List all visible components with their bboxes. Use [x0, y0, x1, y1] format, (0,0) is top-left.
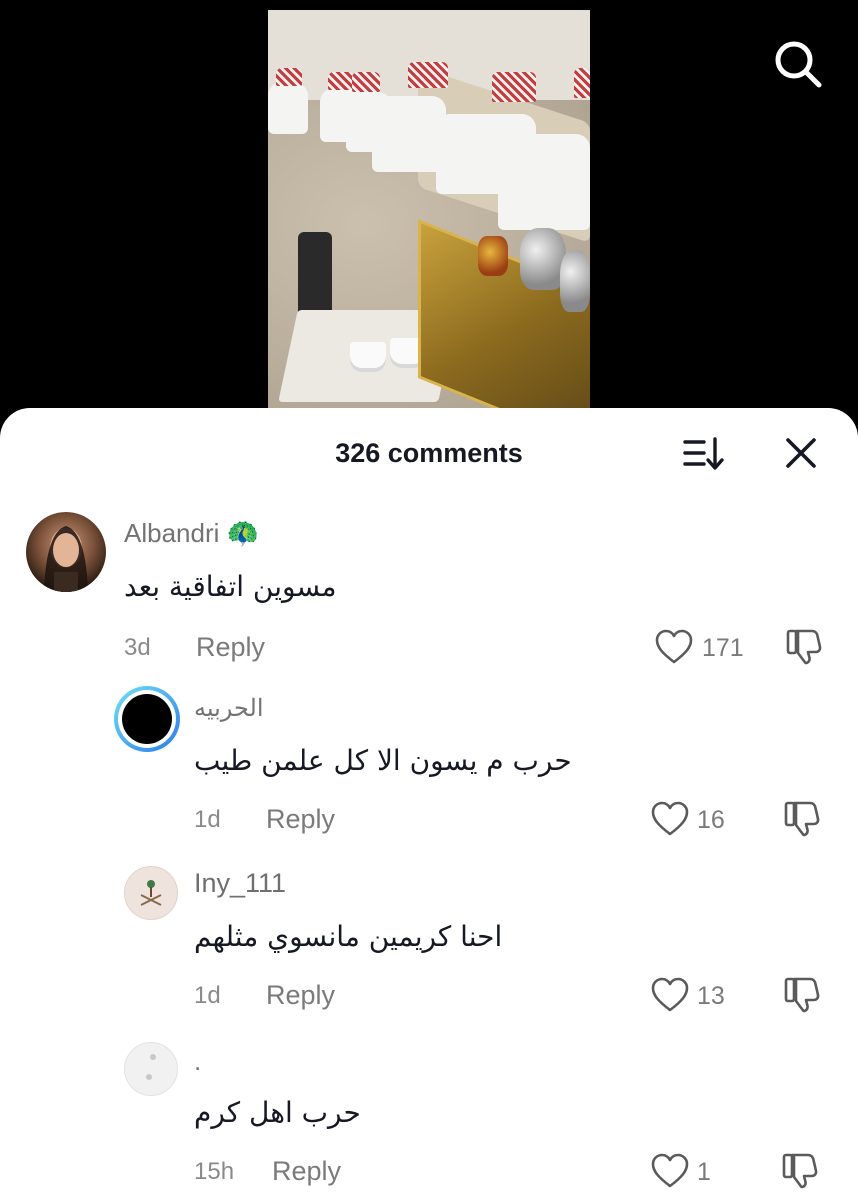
- video-thermos: [298, 232, 332, 318]
- comments-header: 326 comments: [0, 408, 858, 498]
- comment-username[interactable]: Albandri 🦚: [124, 518, 259, 549]
- video-cup: [350, 342, 386, 372]
- comment-count: 326 comments: [335, 438, 523, 468]
- comment-time: 1d: [194, 982, 221, 1009]
- reply-button[interactable]: Reply: [196, 632, 265, 663]
- video-person: [372, 96, 446, 172]
- avatar-pattern: [146, 1054, 156, 1080]
- thumbs-down-icon: [784, 801, 820, 837]
- like-count: 16: [697, 806, 725, 834]
- like-count: 13: [697, 982, 725, 1010]
- video-headdress: [328, 72, 354, 90]
- comment-time: 1d: [194, 806, 221, 833]
- video-tea-cosy: [478, 236, 508, 276]
- heart-icon: [655, 629, 693, 664]
- comment-text: مسوين اتفاقية بعد: [124, 570, 337, 603]
- like-count: 1: [697, 1158, 711, 1186]
- dislike-button[interactable]: [784, 626, 824, 666]
- comment-time: 15h: [194, 1158, 235, 1185]
- comment-text: حرب م يسون الا كل علمن طيب: [194, 744, 572, 777]
- avatar[interactable]: [124, 1042, 178, 1096]
- comment-item: Albandri 🦚 مسوين اتفاقية بعد 3d Reply 17…: [0, 512, 858, 682]
- search-button[interactable]: [772, 38, 824, 90]
- avatar-photo: [44, 526, 88, 592]
- video-headdress: [352, 72, 380, 92]
- search-icon: [775, 41, 822, 88]
- avatar[interactable]: [26, 512, 106, 592]
- like-button[interactable]: [650, 800, 690, 838]
- comments-sheet: 326 comments Albandri 🦚 مسوين اتفاقية بع…: [0, 408, 858, 1200]
- reply-button[interactable]: Reply: [266, 804, 335, 835]
- comment-username[interactable]: .: [194, 1046, 201, 1077]
- thumbs-down-icon: [784, 977, 820, 1013]
- comment-text: حرب اهل كرم: [194, 1096, 361, 1129]
- emblem-icon: [140, 880, 162, 906]
- like-count: 171: [702, 634, 744, 662]
- avatar-story-ring[interactable]: [114, 686, 180, 752]
- video-headdress: [276, 68, 302, 86]
- video-player[interactable]: [268, 10, 590, 408]
- avatar: [122, 694, 172, 744]
- comment-text: احنا كريمين مانسوي مثلهم: [194, 920, 503, 953]
- close-icon: [786, 438, 816, 468]
- reply-item: . حرب اهل كرم 15h Reply 1: [0, 1034, 858, 1200]
- heart-icon: [651, 1153, 689, 1188]
- comment-username[interactable]: الحربيه: [194, 694, 264, 723]
- reply-item: الحربيه حرب م يسون الا كل علمن طيب 1d Re…: [0, 682, 858, 858]
- comment-time: 3d: [124, 634, 151, 661]
- video-teapot: [560, 250, 590, 312]
- video-person: [268, 82, 308, 134]
- avatar[interactable]: [124, 866, 178, 920]
- dislike-button[interactable]: [782, 798, 822, 838]
- heart-icon: [651, 977, 689, 1012]
- reply-button[interactable]: Reply: [266, 980, 335, 1011]
- dislike-button[interactable]: [782, 974, 822, 1014]
- reply-item: Iny_111 احنا كريمين مانسوي مثلهم 1d Repl…: [0, 858, 858, 1034]
- thumbs-down-icon: [786, 629, 822, 665]
- heart-icon: [651, 801, 689, 836]
- like-button[interactable]: [654, 628, 694, 666]
- sort-button[interactable]: [682, 436, 726, 472]
- video-headdress: [574, 68, 590, 98]
- sort-icon: [683, 437, 724, 470]
- like-button[interactable]: [650, 976, 690, 1014]
- reply-button[interactable]: Reply: [272, 1156, 341, 1187]
- video-headdress: [492, 72, 536, 102]
- close-button[interactable]: [782, 434, 820, 472]
- comment-username[interactable]: Iny_111: [194, 868, 286, 899]
- thumbs-down-icon: [782, 1153, 818, 1189]
- like-button[interactable]: [650, 1152, 690, 1190]
- video-headdress: [408, 62, 448, 88]
- dislike-button[interactable]: [780, 1150, 820, 1190]
- video-person: [498, 134, 590, 230]
